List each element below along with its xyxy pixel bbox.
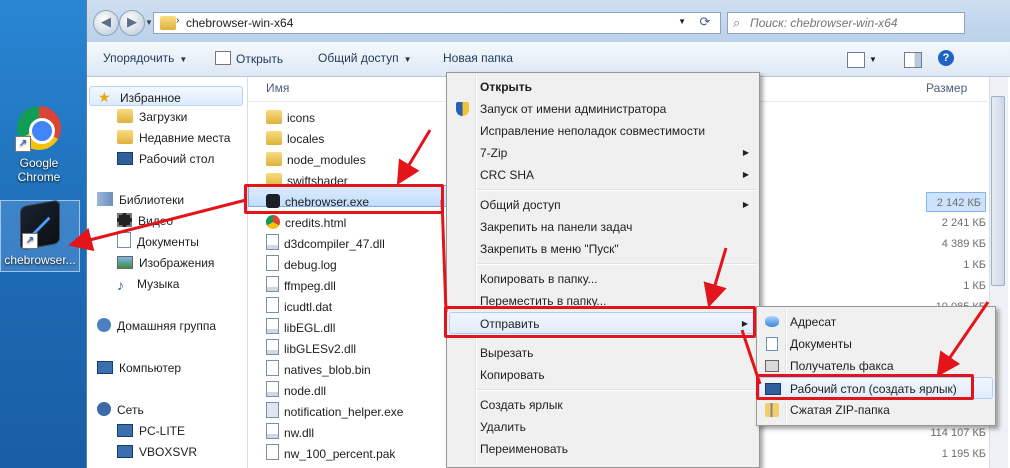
arrow-to-desktop-shortcut bbox=[936, 301, 990, 377]
arrow-line-exe-to-sendto bbox=[440, 199, 448, 313]
arrow-to-desktop-icon bbox=[68, 198, 247, 252]
arrow-to-exe bbox=[396, 129, 432, 186]
annotation-arrows bbox=[68, 129, 990, 385]
arrow-to-send-to bbox=[703, 247, 728, 308]
arrow-line-sendto-to-submenu bbox=[740, 329, 762, 385]
